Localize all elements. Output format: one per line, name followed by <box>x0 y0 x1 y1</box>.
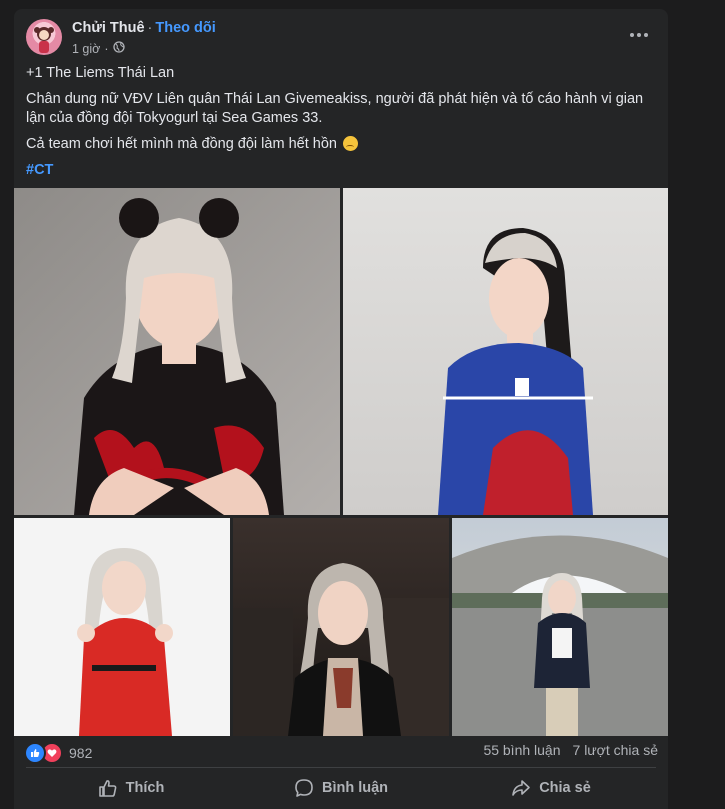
photo-stadium-blazer[interactable] <box>452 518 668 736</box>
separator-dot: · <box>147 20 153 36</box>
post-text-line: +1 The Liems Thái Lan <box>26 65 175 81</box>
reaction-count: 982 <box>69 745 93 761</box>
author-name[interactable]: Chửi Thuê <box>72 20 145 36</box>
engagement-counts: 55 bình luận 7 lượt chia sẻ <box>483 742 658 758</box>
share-arrow-icon <box>512 780 531 796</box>
follow-button[interactable]: Theo dõi <box>155 20 215 36</box>
post-header: Chửi Thuê · Theo dõi 1 giờ · <box>26 19 656 61</box>
thumbs-up-icon <box>98 780 117 797</box>
feed-post: Chửi Thuê · Theo dõi 1 giờ · +1 The Liems … <box>14 9 668 809</box>
shares-count[interactable]: 7 lượt chia sẻ <box>573 742 658 758</box>
share-label: Chia sẻ <box>539 780 591 796</box>
reactions-summary[interactable]: 982 <box>24 742 92 764</box>
post-meta: 1 giờ · <box>72 41 125 56</box>
photo-black-top-scarf[interactable] <box>233 518 449 736</box>
post-text: +1 The Liems Thái Lan Chân dung nữ VĐV L… <box>26 64 654 187</box>
separator-dot: · <box>104 41 109 56</box>
like-icon <box>24 742 46 764</box>
hashtag-line: #CT <box>26 161 654 180</box>
hashtag-link[interactable]: #CT <box>26 162 53 178</box>
photo-blue-jersey[interactable] <box>343 188 668 515</box>
globe-icon[interactable] <box>112 41 125 56</box>
comments-count[interactable]: 55 bình luận <box>483 742 560 758</box>
comment-bubble-icon <box>295 779 313 797</box>
author-line: Chửi Thuê · Theo dõi <box>72 20 216 36</box>
action-divider <box>26 767 656 768</box>
sad-face-emoji-icon <box>343 136 358 151</box>
comment-label: Bình luận <box>321 780 389 796</box>
like-label: Thích <box>125 780 165 796</box>
post-stats: 982 55 bình luận 7 lượt chia sẻ <box>24 742 658 764</box>
author-avatar[interactable] <box>26 19 62 55</box>
more-options-icon[interactable] <box>626 25 652 45</box>
post-text-paragraph: Chân dung nữ VĐV Liên quân Thái Lan Give… <box>26 91 644 126</box>
photo-red-black-jersey[interactable] <box>14 188 340 515</box>
post-text-line: Cả team chơi hết mình mà đồng đội làm hế… <box>26 135 654 154</box>
post-time[interactable]: 1 giờ <box>72 42 100 56</box>
post-text-span: Cả team chơi hết mình mà đồng đội làm hế… <box>26 136 337 152</box>
photo-gallery <box>14 188 668 736</box>
photo-red-jersey-pose[interactable] <box>14 518 230 736</box>
